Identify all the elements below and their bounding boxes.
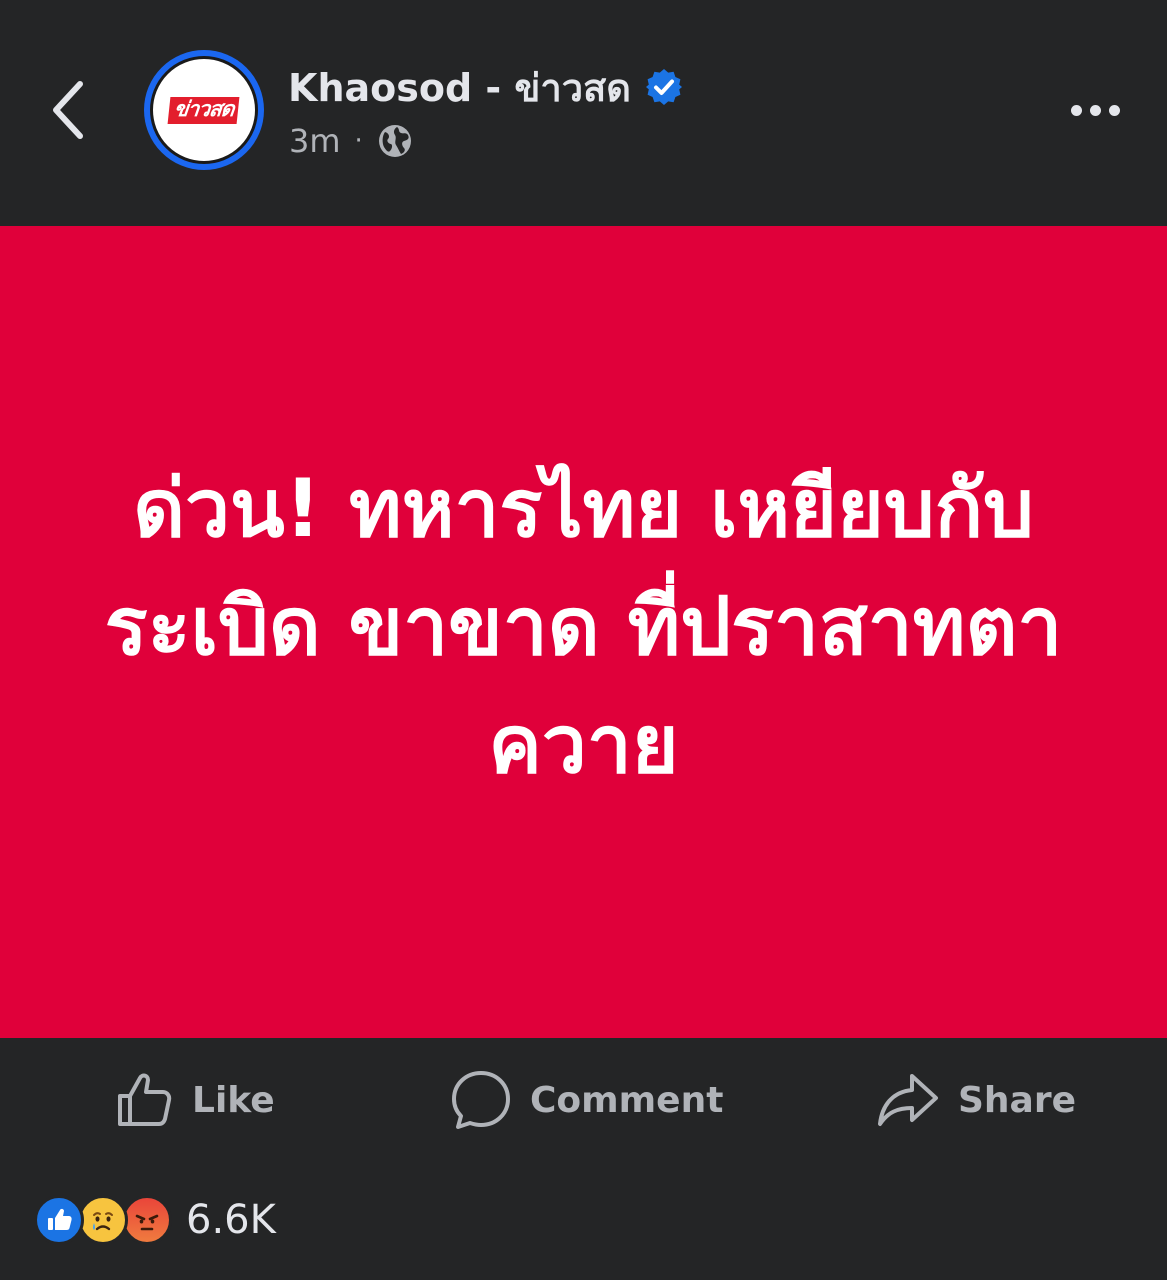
avatar-logo-frame: ข่าวสด bbox=[150, 56, 258, 164]
post-screen: ข่าวสด Khaosod - ข่าวสด 3m · ด่วน! ทหารไ… bbox=[0, 0, 1167, 1280]
page-avatar[interactable]: ข่าวสด bbox=[144, 50, 264, 170]
share-button[interactable]: Share bbox=[876, 1068, 1076, 1132]
post-action-bar: Like Comment Share bbox=[0, 1038, 1167, 1162]
sad-reaction-icon bbox=[78, 1195, 128, 1245]
like-button[interactable]: Like bbox=[114, 1068, 275, 1132]
page-name[interactable]: Khaosod - ข่าวสด bbox=[288, 57, 631, 118]
page-name-row: Khaosod - ข่าวสด bbox=[288, 60, 683, 114]
post-timestamp[interactable]: 3m bbox=[289, 122, 341, 160]
post-meta: 3m · bbox=[289, 118, 413, 164]
share-label: Share bbox=[958, 1079, 1077, 1121]
back-button[interactable] bbox=[38, 70, 102, 150]
post-header: ข่าวสด Khaosod - ข่าวสด 3m · bbox=[0, 0, 1167, 226]
post-content-card[interactable]: ด่วน! ทหารไทย เหยียบกับระเบิด ขาขาด ที่ป… bbox=[0, 226, 1167, 1038]
comment-button[interactable]: Comment bbox=[450, 1068, 723, 1132]
chevron-left-icon bbox=[53, 81, 83, 139]
comment-label: Comment bbox=[530, 1079, 724, 1121]
like-reaction-icon bbox=[34, 1195, 84, 1245]
angry-reaction-icon bbox=[122, 1195, 172, 1245]
meta-separator: · bbox=[354, 126, 363, 156]
post-headline: ด่วน! ทหารไทย เหยียบกับระเบิด ขาขาด ที่ป… bbox=[104, 462, 1063, 791]
more-options-button[interactable] bbox=[1063, 84, 1127, 136]
thumbs-up-icon bbox=[118, 1073, 172, 1126]
globe-icon bbox=[377, 123, 413, 159]
reaction-summary[interactable]: 6.6K bbox=[34, 1192, 276, 1248]
verified-badge-icon bbox=[645, 68, 683, 106]
like-label: Like bbox=[192, 1079, 275, 1121]
comment-bubble-icon bbox=[452, 1071, 510, 1129]
more-dot bbox=[1089, 104, 1101, 116]
reaction-count: 6.6K bbox=[186, 1197, 276, 1243]
more-dot bbox=[1108, 104, 1120, 116]
khaosod-logo: ข่าวสด bbox=[167, 96, 241, 124]
share-arrow-icon bbox=[878, 1074, 938, 1126]
more-dot bbox=[1070, 104, 1082, 116]
